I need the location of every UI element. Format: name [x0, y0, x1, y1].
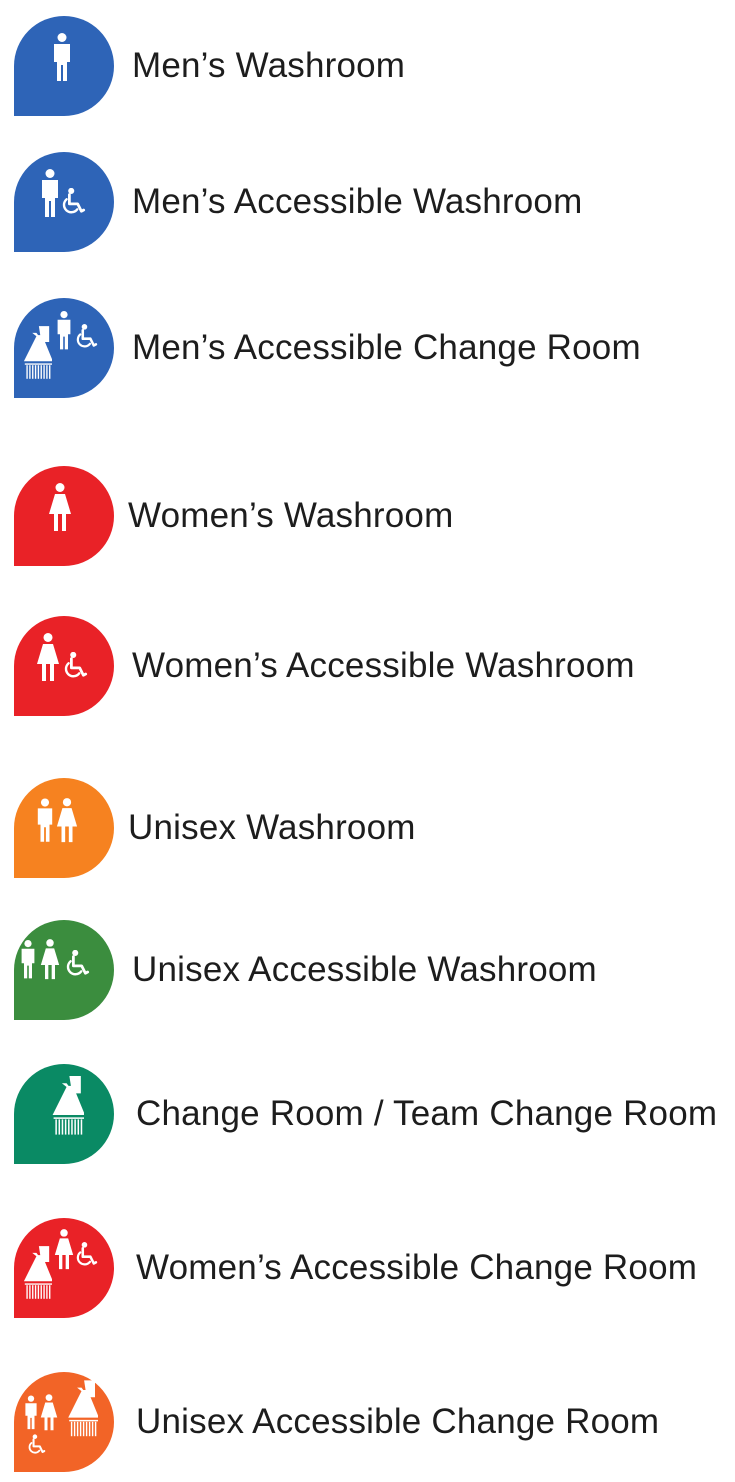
- legend-item: Unisex Accessible Change Room: [0, 1372, 735, 1482]
- legend-label: Change Room / Team Change Room: [136, 1094, 718, 1133]
- badge-shape: [14, 616, 114, 716]
- legend-item: Men’s Washroom: [0, 16, 735, 126]
- legend-label: Unisex Accessible Change Room: [136, 1402, 660, 1441]
- washroom-legend: Men’s Washroom Men’s Accessible Washroom…: [0, 0, 735, 1473]
- female-icon: [14, 466, 114, 566]
- legend-item: Women’s Washroom: [0, 466, 735, 576]
- legend-label: Men’s Washroom: [132, 46, 406, 85]
- legend-item: Unisex Accessible Washroom: [0, 920, 735, 1030]
- male-accessible-shower-icon: [14, 298, 114, 398]
- legend-item: Change Room / Team Change Room: [0, 1064, 735, 1174]
- legend-label: Women’s Accessible Washroom: [132, 646, 635, 685]
- unisex-accessible-icon: [14, 920, 114, 1020]
- female-accessible-icon: [14, 616, 114, 716]
- legend-item: Women’s Accessible Washroom: [0, 616, 735, 726]
- unisex-accessible-shower-icon: [14, 1372, 114, 1472]
- female-accessible-shower-icon: [14, 1218, 114, 1318]
- unisex-icon: [14, 778, 114, 878]
- legend-label: Unisex Washroom: [128, 808, 416, 847]
- legend-label: Men’s Accessible Change Room: [132, 328, 641, 367]
- legend-item: Unisex Washroom: [0, 778, 735, 888]
- legend-item: Men’s Accessible Washroom: [0, 152, 735, 262]
- legend-label: Women’s Accessible Change Room: [136, 1248, 698, 1287]
- legend-label: Unisex Accessible Washroom: [132, 950, 597, 989]
- legend-label: Women’s Washroom: [128, 496, 454, 535]
- legend-label: Men’s Accessible Washroom: [132, 182, 583, 221]
- legend-item: Women’s Accessible Change Room: [0, 1218, 735, 1328]
- male-accessible-icon: [14, 152, 114, 252]
- male-icon: [14, 16, 114, 116]
- shower-icon: [14, 1064, 114, 1164]
- legend-item: Men’s Accessible Change Room: [0, 298, 735, 408]
